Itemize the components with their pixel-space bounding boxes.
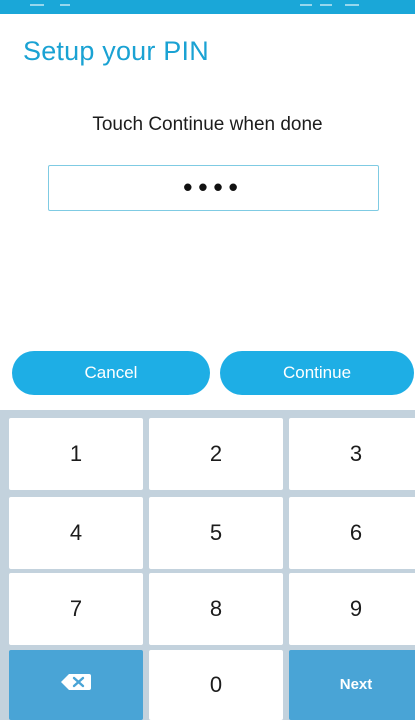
key-0[interactable]: 0 [149, 650, 283, 720]
key-1[interactable]: 1 [9, 418, 143, 490]
key-2[interactable]: 2 [149, 418, 283, 490]
numeric-keypad: 1 2 3 4 5 6 7 8 9 0 Next [0, 410, 415, 720]
next-key[interactable]: Next [289, 650, 415, 720]
pin-input[interactable]: •••• [48, 165, 379, 211]
key-5[interactable]: 5 [149, 497, 283, 569]
cancel-button[interactable]: Cancel [12, 351, 210, 395]
page-title: Setup your PIN [23, 36, 209, 66]
key-9[interactable]: 9 [289, 573, 415, 645]
key-7[interactable]: 7 [9, 573, 143, 645]
backspace-icon [60, 649, 92, 719]
backspace-key[interactable] [9, 650, 143, 720]
instruction-text: Touch Continue when done [92, 114, 323, 135]
pin-setup-screen: Setup your PIN Touch Continue when done … [0, 0, 415, 720]
status-bar [0, 0, 415, 14]
key-4[interactable]: 4 [9, 497, 143, 569]
key-6[interactable]: 6 [289, 497, 415, 569]
key-8[interactable]: 8 [149, 573, 283, 645]
continue-button[interactable]: Continue [220, 351, 414, 395]
key-3[interactable]: 3 [289, 418, 415, 490]
